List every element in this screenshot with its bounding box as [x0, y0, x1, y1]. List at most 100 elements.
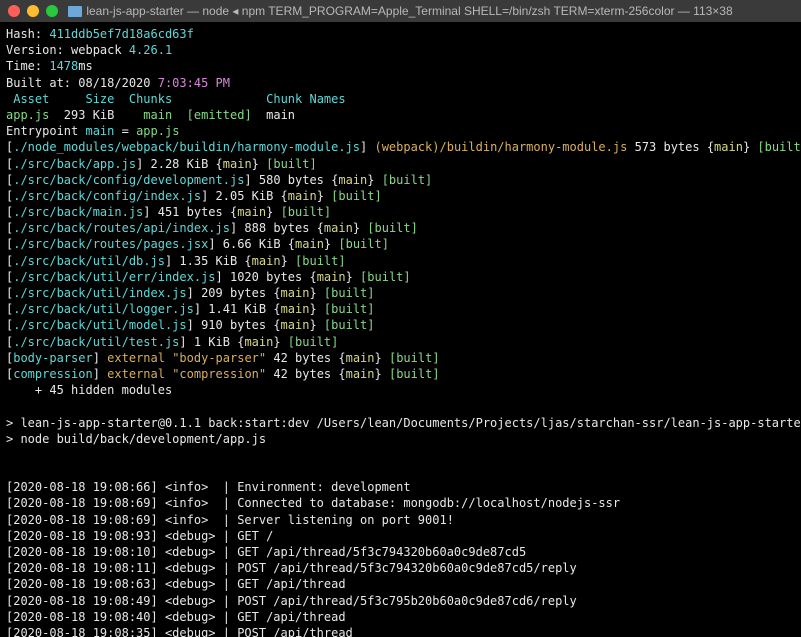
terminal-line: Asset Size Chunks Chunk Names — [6, 91, 795, 107]
terminal-segment: [2020-08-18 19:08:10] <debug> | GET /api… — [6, 545, 526, 559]
terminal-segment: Entrypoint — [6, 124, 85, 138]
terminal-segment: ] 6.66 KiB { — [208, 237, 295, 251]
terminal-segment: [built] — [331, 189, 382, 203]
terminal-line: [2020-08-18 19:08:11] <debug> | POST /ap… — [6, 560, 795, 576]
terminal-segment: } — [375, 367, 389, 381]
terminal-segment: ./src/back/main.js — [13, 205, 143, 219]
terminal-segment: > lean-js-app-starter@0.1.1 back:start:d… — [6, 416, 801, 430]
terminal-segment: 4.26.1 — [129, 43, 172, 57]
terminal-segment: ./src/back/routes/api/index.js — [13, 221, 230, 235]
terminal-line: [./node_modules/webpack/buildin/harmony-… — [6, 139, 795, 155]
terminal-line: [2020-08-18 19:08:93] <debug> | GET / — [6, 528, 795, 544]
terminal-segment: [built] — [324, 318, 375, 332]
terminal-segment: main — [346, 351, 375, 365]
terminal-segment: } — [266, 205, 280, 219]
terminal-segment: } — [743, 140, 757, 154]
terminal-segment: ms — [78, 59, 92, 73]
terminal-segment: } — [309, 286, 323, 300]
terminal-line: Hash: 411ddb5ef7d18a6cd63f — [6, 26, 795, 42]
terminal-line: [2020-08-18 19:08:10] <debug> | GET /api… — [6, 544, 795, 560]
terminal-segment: app.js — [136, 124, 179, 138]
terminal-segment: ] 910 bytes { — [187, 318, 281, 332]
terminal-segment: [2020-08-18 19:08:35] <debug> | POST /ap… — [6, 626, 353, 637]
terminal-line: [2020-08-18 19:08:40] <debug> | GET /api… — [6, 609, 795, 625]
terminal-segment: Chunks — [129, 92, 172, 106]
folder-icon — [68, 6, 82, 17]
terminal-segment: main — [281, 318, 310, 332]
terminal-line: [./src/back/app.js] 2.28 KiB {main} [bui… — [6, 156, 795, 172]
terminal-segment: = — [114, 124, 136, 138]
terminal-segment: [built] — [266, 157, 317, 171]
terminal-line: + 45 hidden modules — [6, 382, 795, 398]
terminal-segment: [built] — [382, 173, 433, 187]
terminal-segment: } — [309, 302, 323, 316]
terminal-segment: ./src/back/config/index.js — [13, 189, 201, 203]
terminal-segment: Hash: — [6, 27, 49, 41]
terminal-segment: ] 209 bytes { — [187, 286, 281, 300]
terminal-segment: } — [309, 318, 323, 332]
terminal-segment: (webpack)/buildin/harmony-module.js — [374, 140, 627, 154]
terminal-segment: [2020-08-18 19:08:63] <debug> | GET /api… — [6, 577, 346, 591]
terminal-segment: [built] — [295, 254, 346, 268]
terminal-segment: 7:03:45 PM — [158, 76, 230, 90]
terminal-segment: ] — [93, 367, 107, 381]
terminal-line — [6, 463, 795, 479]
terminal-line: [./src/back/util/db.js] 1.35 KiB {main} … — [6, 253, 795, 269]
terminal-segment: [built] — [389, 367, 440, 381]
terminal-line: [./src/back/routes/pages.jsx] 6.66 KiB {… — [6, 236, 795, 252]
terminal-segment: ] 1.41 KiB { — [194, 302, 281, 316]
terminal-segment: [2020-08-18 19:08:93] <debug> | GET / — [6, 529, 273, 543]
terminal-segment: ] 2.05 KiB { — [201, 189, 288, 203]
terminal-segment: ] 2.28 KiB { — [136, 157, 223, 171]
terminal-segment: external "compression" — [107, 367, 266, 381]
terminal-segment: [built] — [324, 302, 375, 316]
terminal-line: [./src/back/config/index.js] 2.05 KiB {m… — [6, 188, 795, 204]
terminal-segment: } — [324, 237, 338, 251]
terminal-line: [./src/back/config/development.js] 580 b… — [6, 172, 795, 188]
terminal-segment: main — [281, 302, 310, 316]
window-title: lean-js-app-starter — node ◂ npm TERM_PR… — [0, 4, 801, 18]
terminal-segment: } — [281, 254, 295, 268]
terminal-segment: + 45 hidden modules — [6, 383, 172, 397]
terminal-segment: [2020-08-18 19:08:40] <debug> | GET /api… — [6, 610, 346, 624]
terminal-segment: > node build/back/development/app.js — [6, 432, 266, 446]
terminal-segment — [114, 92, 128, 106]
terminal-segment: } — [346, 270, 360, 284]
terminal-line: [./src/back/util/model.js] 910 bytes {ma… — [6, 317, 795, 333]
terminal-line: [./src/back/main.js] 451 bytes {main} [b… — [6, 204, 795, 220]
terminal-segment: 573 bytes { — [627, 140, 714, 154]
terminal-segment: ] 580 bytes { — [244, 173, 338, 187]
terminal-segment: } — [375, 351, 389, 365]
terminal-segment: main — [295, 237, 324, 251]
terminal-line: Version: webpack 4.26.1 — [6, 42, 795, 58]
terminal-segment: Time: — [6, 59, 49, 73]
terminal-segment: main — [237, 205, 266, 219]
terminal-output[interactable]: Hash: 411ddb5ef7d18a6cd63fVersion: webpa… — [0, 22, 801, 637]
terminal-line: [./src/back/routes/api/index.js] 888 byt… — [6, 220, 795, 236]
terminal-segment: ./src/back/util/logger.js — [13, 302, 194, 316]
terminal-line: [2020-08-18 19:08:63] <debug> | GET /api… — [6, 576, 795, 592]
terminal-segment: Version: webpack — [6, 43, 129, 57]
terminal-line: [./src/back/util/err/index.js] 1020 byte… — [6, 269, 795, 285]
terminal-segment: ./src/back/util/test.js — [13, 335, 179, 349]
minimize-icon[interactable] — [27, 5, 39, 17]
close-icon[interactable] — [8, 5, 20, 17]
terminal-segment: } — [367, 173, 381, 187]
terminal-segment: [built] — [757, 140, 801, 154]
terminal-segment: } — [317, 189, 331, 203]
terminal-segment: ./src/back/util/db.js — [13, 254, 165, 268]
terminal-segment: ] 451 bytes { — [143, 205, 237, 219]
terminal-segment: [built] — [281, 205, 332, 219]
maximize-icon[interactable] — [46, 5, 58, 17]
terminal-segment: main — [244, 335, 273, 349]
terminal-segment: [built] — [367, 221, 418, 235]
terminal-segment: ] 1.35 KiB { — [165, 254, 252, 268]
terminal-segment: [2020-08-18 19:08:69] <info> | Connected… — [6, 496, 620, 510]
terminal-line: [2020-08-18 19:08:69] <info> | Server li… — [6, 512, 795, 528]
terminal-segment: Size — [85, 92, 114, 106]
terminal-segment: ] 888 bytes { — [230, 221, 324, 235]
terminal-segment: main — [223, 157, 252, 171]
terminal-segment: main — [288, 189, 317, 203]
terminal-segment: ./node_modules/webpack/buildin/harmony-m… — [13, 140, 360, 154]
terminal-line: app.js 293 KiB main [emitted] main — [6, 107, 795, 123]
